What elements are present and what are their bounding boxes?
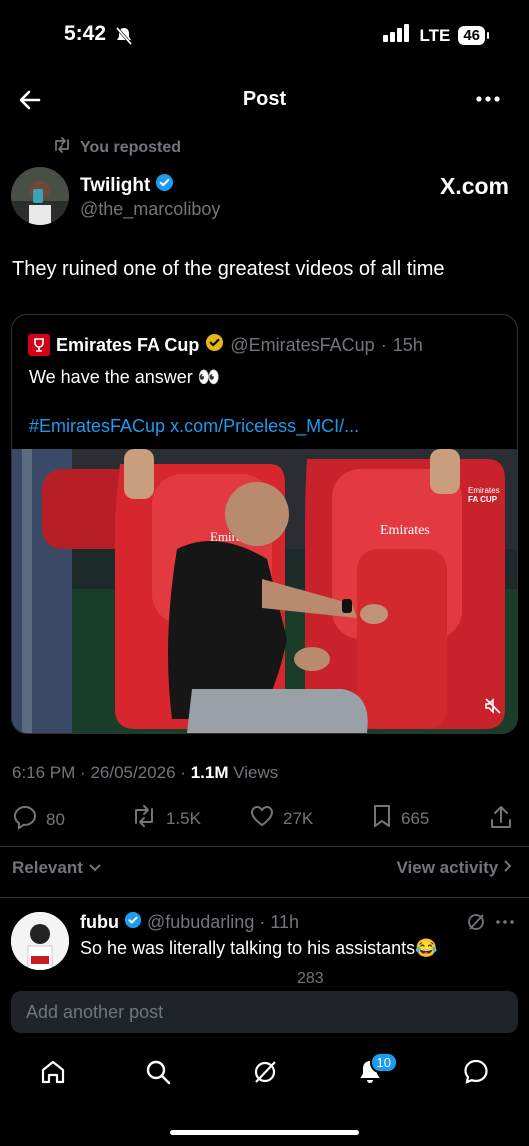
reply-text: So he was literally talking to his assis…	[80, 938, 438, 958]
verified-badge-icon	[155, 173, 174, 198]
divider	[0, 846, 529, 847]
source-watermark: X.com	[439, 173, 509, 199]
status-indicators: LTE 46	[383, 24, 489, 47]
network-label: LTE	[419, 25, 451, 45]
reply-author-name[interactable]: fubu	[80, 912, 119, 933]
meta-separator: ·	[80, 763, 86, 782]
signal-icon	[383, 24, 411, 47]
post-meta: 6:16 PM · 26/05/2026 · 1.1M Views	[12, 763, 278, 783]
repost-indicator: You reposted	[52, 136, 181, 159]
reply-handle[interactable]: @fubudarling	[147, 912, 254, 933]
sort-dropdown[interactable]: Relevant	[12, 858, 102, 878]
reply-separator: ·	[259, 912, 266, 932]
seat-sponsor-right: Emirates	[380, 523, 430, 538]
bookmark-count: 665	[401, 808, 430, 828]
repost-label: You reposted	[80, 138, 182, 156]
battery-indicator: 46	[458, 26, 489, 45]
reply-button[interactable]: 80	[12, 804, 65, 835]
action-bar: 80 1.5K 27K 665	[12, 800, 517, 836]
reply-time: 11h	[270, 912, 300, 932]
quoted-text: We have the answer 👀	[29, 367, 221, 387]
reply-header: fubu @fubudarling · 11h	[80, 911, 299, 934]
heart-icon	[249, 804, 275, 833]
views-label: Views	[233, 763, 279, 782]
reply-more-icon[interactable]	[495, 912, 515, 937]
grok-tab-icon[interactable]	[251, 1058, 279, 1091]
compose-placeholder: Add another post	[26, 1002, 164, 1022]
comment-icon	[12, 804, 38, 835]
view-activity-label: View activity	[396, 858, 499, 877]
quoted-post-card[interactable]: Emirates FA Cup @EmiratesFACup · 15h We …	[11, 314, 518, 734]
reply-count: 80	[46, 809, 65, 829]
repost-icon	[52, 136, 72, 159]
post-time: 6:16 PM	[12, 763, 76, 782]
repost-count: 1.5K	[166, 808, 201, 828]
author-name-row[interactable]: Twilight	[80, 173, 174, 198]
repost-button[interactable]: 1.5K	[130, 804, 201, 833]
like-count: 27K	[283, 808, 314, 828]
svg-text:FA CUP: FA CUP	[468, 495, 498, 504]
repost-action-icon	[130, 804, 158, 833]
bookmark-button[interactable]: 665	[371, 804, 429, 833]
silent-bell-icon	[114, 26, 134, 51]
bookmark-icon	[371, 804, 393, 833]
share-icon	[489, 804, 513, 835]
quoted-separator: ·	[380, 334, 387, 355]
mute-icon[interactable]	[483, 696, 503, 721]
divider	[0, 897, 529, 898]
reply-action-bar-partial: 283	[80, 970, 520, 984]
sort-label: Relevant	[12, 858, 83, 877]
status-time: 5:42	[64, 22, 107, 45]
messages-icon[interactable]	[462, 1058, 490, 1091]
quoted-links: #EmiratesFACup x.com/Priceless_MCI/...	[29, 416, 359, 437]
author-name[interactable]: Twilight	[80, 175, 150, 197]
bottom-tab-bar: 10	[0, 1050, 529, 1100]
reply-like-count: 283	[297, 970, 324, 984]
reply-avatar[interactable]	[11, 912, 69, 970]
url-link[interactable]: x.com/Priceless_MCI/...	[170, 416, 359, 436]
video-thumbnail[interactable]: Emirates Emirates Emirates FA CUP	[12, 449, 517, 733]
view-activity-link[interactable]: View activity	[397, 858, 513, 878]
home-indicator	[170, 1130, 359, 1135]
notifications-icon[interactable]: 10	[356, 1052, 398, 1091]
home-icon[interactable]	[39, 1058, 67, 1091]
chevron-down-icon	[88, 858, 102, 877]
meta-separator: ·	[180, 763, 186, 782]
search-icon[interactable]	[144, 1058, 172, 1091]
add-post-input[interactable]: Add another post	[11, 991, 518, 1033]
quoted-author-name[interactable]: Emirates FA Cup	[56, 335, 199, 356]
more-options-icon[interactable]	[475, 86, 501, 117]
gold-verified-badge-icon	[205, 333, 224, 357]
quoted-time: 15h	[392, 334, 423, 355]
views-count[interactable]: 1.1M	[191, 763, 229, 782]
chevron-right-icon	[503, 858, 513, 877]
fa-cup-badge-text: Emirates	[468, 486, 500, 495]
author-handle[interactable]: @the_marcoliboy	[80, 199, 220, 220]
post-date: 26/05/2026	[90, 763, 176, 782]
top-nav: Post	[0, 82, 529, 118]
like-button[interactable]: 27K	[249, 804, 313, 833]
page-title: Post	[242, 88, 287, 110]
hashtag-link[interactable]: #EmiratesFACup	[29, 416, 165, 436]
author-avatar[interactable]	[11, 167, 69, 225]
notifications-badge: 10	[369, 1052, 398, 1073]
quoted-post-header: Emirates FA Cup @EmiratesFACup · 15h	[28, 333, 423, 357]
verified-badge-icon	[124, 911, 142, 934]
quoted-handle[interactable]: @EmiratesFACup	[230, 335, 374, 356]
fa-cup-logo-icon	[28, 334, 50, 356]
share-button[interactable]	[489, 804, 513, 835]
grok-icon[interactable]	[466, 912, 486, 937]
tweet-text: They ruined one of the greatest videos o…	[12, 258, 445, 280]
